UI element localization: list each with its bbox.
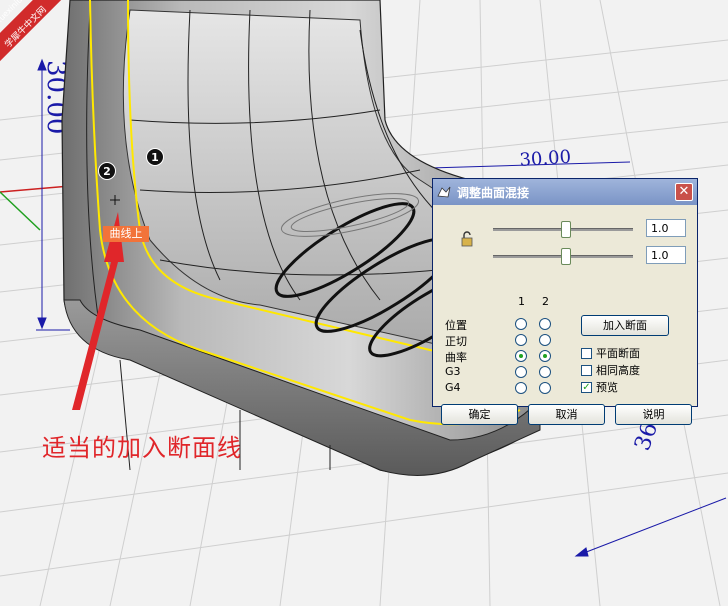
lock-icon[interactable] [461, 231, 473, 247]
radio-position-side-2[interactable] [539, 318, 551, 330]
preview-checkbox[interactable]: ✓ [581, 381, 592, 393]
preview-option[interactable]: ✓ 预览 [581, 379, 618, 395]
close-icon: ✕ [678, 184, 690, 199]
slider-2-thumb[interactable] [561, 248, 571, 265]
continuity-label-curvature: 曲率 [445, 351, 467, 364]
blend-slider-1[interactable] [493, 221, 633, 238]
planar-sections-label: 平面断面 [596, 347, 640, 360]
radio-tangent-side-2[interactable] [539, 334, 551, 346]
column-header-2: 2 [542, 295, 549, 308]
cancel-button[interactable]: 取消 [528, 404, 605, 425]
radio-g3-side-1[interactable] [515, 366, 527, 378]
osnap-tooltip: 曲线上 [103, 226, 149, 242]
dialog-title: 调整曲面混接 [457, 185, 530, 200]
continuity-label-g3: G3 [445, 365, 461, 378]
planar-sections-option[interactable]: 平面断面 [581, 345, 640, 361]
curve-marker-1: 1 [146, 148, 164, 166]
column-header-1: 1 [518, 295, 525, 308]
radio-curvature-side-1[interactable] [515, 350, 527, 362]
radio-g3-side-2[interactable] [539, 366, 551, 378]
same-height-checkbox[interactable] [581, 364, 592, 376]
continuity-label-g4: G4 [445, 381, 461, 394]
blend-slider-2[interactable] [493, 248, 633, 265]
add-section-button[interactable]: 加入断面 [581, 315, 669, 336]
curve-marker-2: 2 [98, 162, 116, 180]
preview-label: 预览 [596, 381, 618, 394]
ok-button[interactable]: 确定 [441, 404, 518, 425]
radio-g4-side-2[interactable] [539, 382, 551, 394]
slider-1-thumb[interactable] [561, 221, 571, 238]
rhino-app-icon [437, 186, 451, 198]
slider-1-value-field[interactable]: 1.0 [646, 219, 686, 237]
dialog-titlebar[interactable]: 调整曲面混接 ✕ [433, 179, 697, 205]
radio-position-side-1[interactable] [515, 318, 527, 330]
continuity-label-tangent: 正切 [445, 335, 467, 348]
annotation-text: 适当的加入断面线 [42, 434, 242, 462]
same-height-option[interactable]: 相同高度 [581, 362, 640, 378]
close-button[interactable]: ✕ [675, 183, 693, 201]
same-height-label: 相同高度 [596, 364, 640, 377]
radio-g4-side-1[interactable] [515, 382, 527, 394]
help-button[interactable]: 说明 [615, 404, 692, 425]
continuity-label-position: 位置 [445, 319, 467, 332]
radio-curvature-side-2[interactable] [539, 350, 551, 362]
dim-label-top: 30.00 [519, 146, 572, 171]
planar-sections-checkbox[interactable] [581, 347, 592, 359]
radio-tangent-side-1[interactable] [515, 334, 527, 346]
slider-2-value-field[interactable]: 1.0 [646, 246, 686, 264]
world-x-axis [0, 185, 71, 193]
adjust-blend-dialog: 调整曲面混接 ✕ 1.0 1.0 1 2 位置 正切 曲率 G3 G4 加入断面… [432, 178, 698, 425]
dialog-body: 1.0 1.0 1 2 位置 正切 曲率 G3 G4 加入断面 平面断面 相同高… [433, 205, 697, 425]
